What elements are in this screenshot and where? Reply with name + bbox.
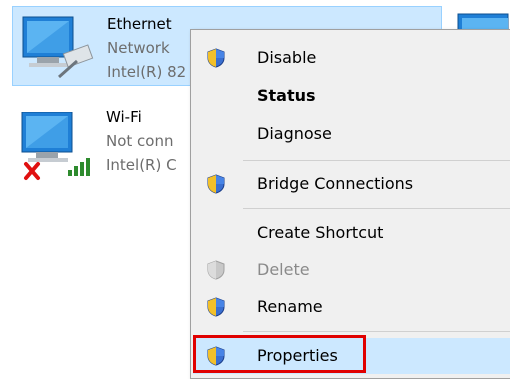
menu-item-label: Diagnose <box>257 124 332 143</box>
menu-item-label: Delete <box>257 260 310 279</box>
uac-shield-icon <box>207 297 225 317</box>
menu-separator <box>243 160 510 161</box>
disconnected-x-icon <box>24 162 40 180</box>
menu-item-label: Create Shortcut <box>257 223 384 242</box>
signal-bars-icon <box>68 158 90 176</box>
adapter-device: Intel(R) 82 <box>107 63 187 81</box>
menu-item-label: Rename <box>257 297 323 316</box>
menu-item-label: Disable <box>257 48 317 67</box>
menu-item-rename[interactable]: Rename <box>193 289 510 325</box>
uac-shield-icon <box>207 260 225 280</box>
menu-item-disable[interactable]: Disable <box>193 40 510 76</box>
wifi-adapter-icon <box>18 111 98 182</box>
adapter-name: Wi-Fi <box>106 108 142 126</box>
context-menu: Disable Status Diagnose Bridge Connectio… <box>190 29 510 379</box>
uac-shield-icon <box>207 48 225 68</box>
adapter-status: Not conn <box>106 132 174 150</box>
menu-separator <box>243 208 510 209</box>
menu-item-diagnose[interactable]: Diagnose <box>193 116 510 152</box>
menu-item-label: Status <box>257 86 316 105</box>
menu-item-label: Bridge Connections <box>257 174 414 193</box>
menu-item-bridge-connections[interactable]: Bridge Connections <box>193 166 510 202</box>
adapter-status: Network <box>107 39 170 57</box>
menu-separator <box>243 331 510 332</box>
menu-item-status[interactable]: Status <box>193 78 510 114</box>
uac-shield-icon <box>207 174 225 194</box>
adapter-device: Intel(R) C <box>106 156 177 174</box>
ethernet-adapter-icon <box>19 13 99 83</box>
menu-item-create-shortcut[interactable]: Create Shortcut <box>193 215 510 251</box>
menu-item-delete: Delete <box>193 252 510 288</box>
adapter-name: Ethernet <box>107 15 172 33</box>
highlight-annotation <box>193 335 366 373</box>
